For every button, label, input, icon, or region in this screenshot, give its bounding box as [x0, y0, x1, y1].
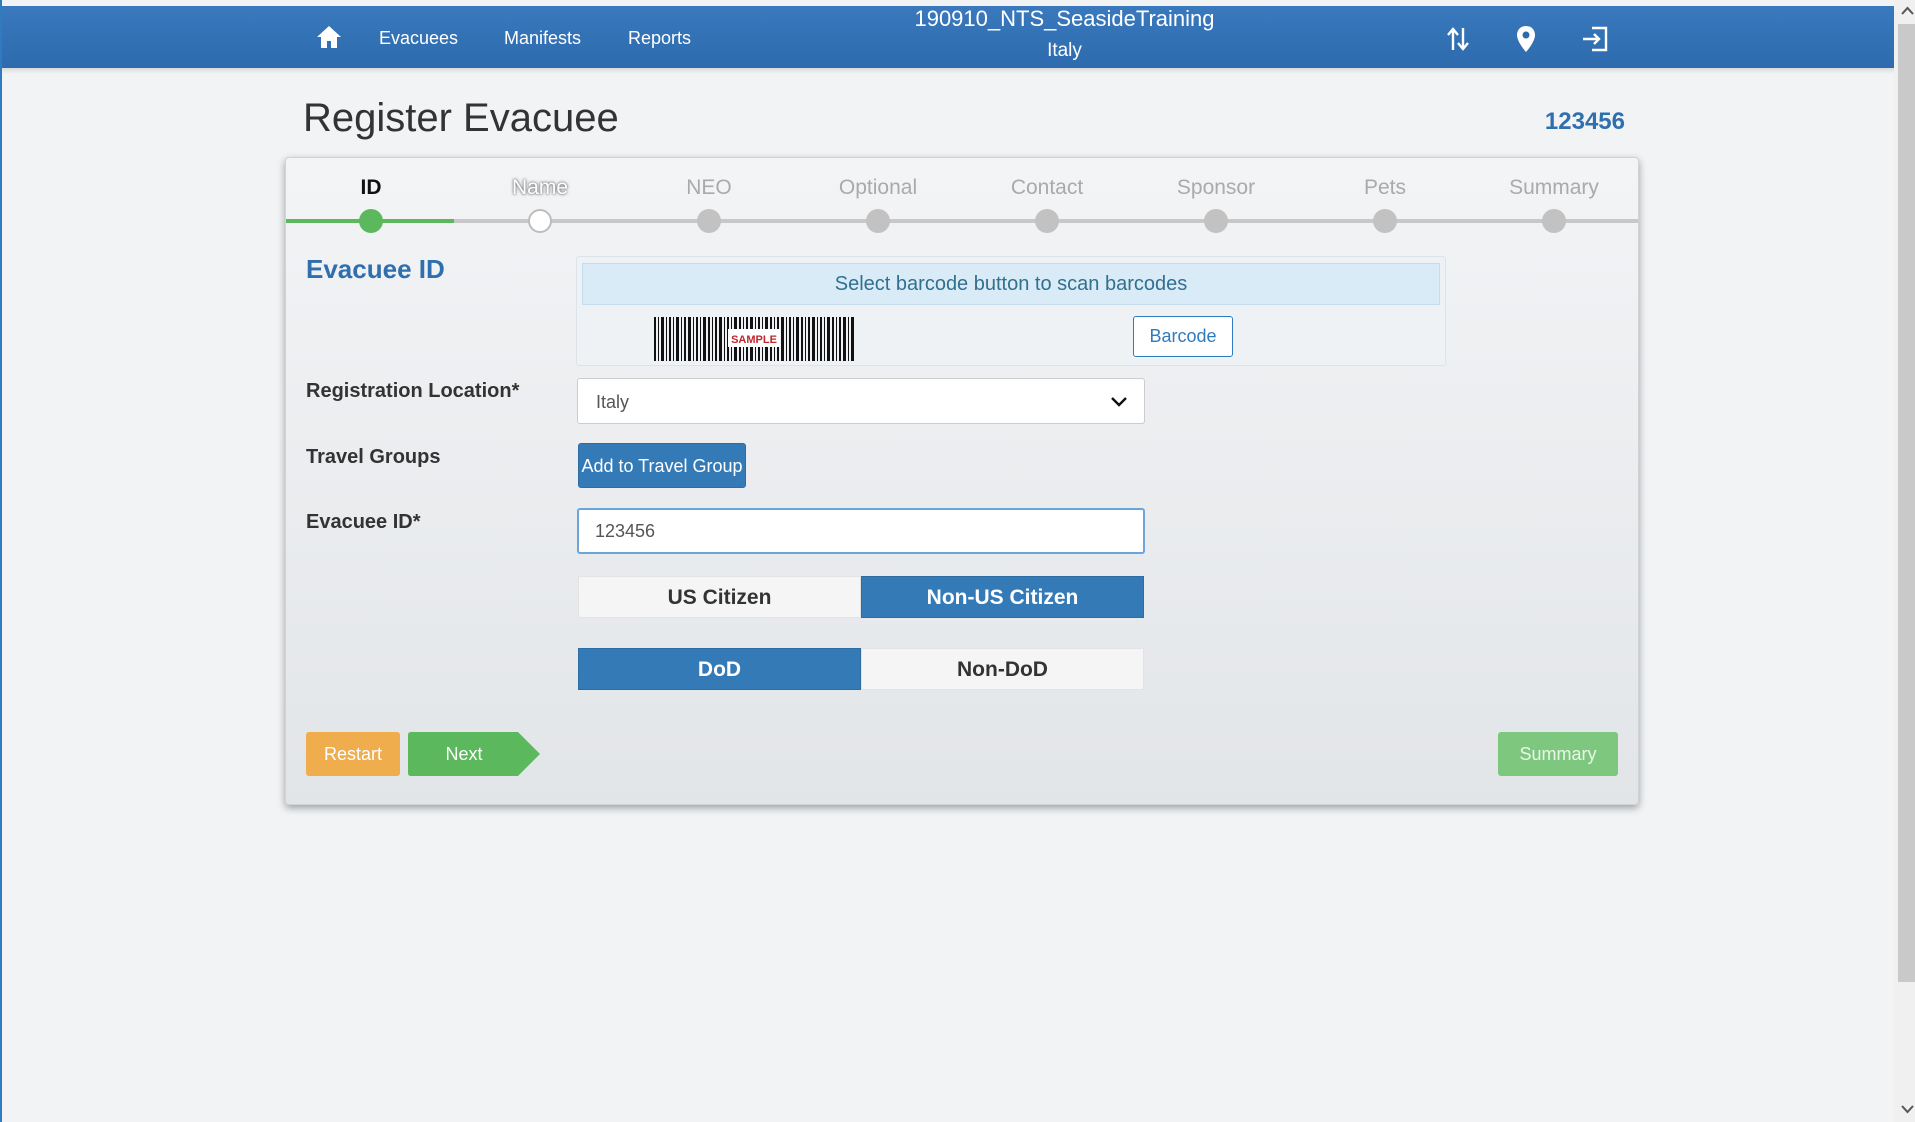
step-name-dot[interactable] — [528, 209, 552, 233]
progress-track — [286, 219, 1638, 223]
evacuee-id-display: 123456 — [1544, 108, 1625, 135]
section-title: Evacuee ID — [306, 254, 445, 284]
navbar-shadow — [2, 68, 1894, 74]
page-scrollbar[interactable] — [1894, 0, 1915, 1122]
non-dod-toggle[interactable]: Non-DoD — [861, 648, 1144, 690]
barcode-panel: Select barcode button to scan barcodes S… — [576, 256, 1446, 366]
step-sponsor-dot[interactable] — [1204, 209, 1228, 233]
event-title: 190910_NTS_SeasideTraining — [914, 6, 1215, 31]
dod-toggle[interactable]: DoD — [578, 648, 861, 690]
step-name-label[interactable]: Name — [455, 176, 625, 200]
logout-icon[interactable] — [1580, 24, 1610, 54]
page-title: Register Evacuee — [303, 96, 619, 140]
home-icon[interactable] — [315, 24, 343, 50]
step-contact-label[interactable]: Contact — [962, 176, 1132, 200]
non-us-citizen-toggle[interactable]: Non-US Citizen — [861, 576, 1144, 618]
registration-wizard-card: ID Name NEO Optional Contact Sponsor Pet… — [285, 157, 1639, 805]
top-navbar: Evacuees Manifests Reports 190910_NTS_Se… — [2, 6, 1894, 68]
nav-reports-link[interactable]: Reports — [628, 28, 691, 49]
restart-button[interactable]: Restart — [306, 732, 400, 776]
registration-location-label: Registration Location* — [306, 380, 520, 402]
step-summary-label[interactable]: Summary — [1469, 176, 1639, 200]
location-pin-icon[interactable] — [1511, 24, 1541, 54]
barcode-button[interactable]: Barcode — [1133, 316, 1233, 357]
registration-location-select[interactable]: Italy — [577, 378, 1145, 424]
chevron-down-icon — [1111, 397, 1127, 407]
step-id-dot[interactable] — [359, 209, 383, 233]
evacuee-id-label: Evacuee ID* — [306, 511, 421, 533]
sample-barcode-image: SAMPLE — [654, 317, 854, 361]
step-neo-label[interactable]: NEO — [624, 176, 794, 200]
step-pets-dot[interactable] — [1373, 209, 1397, 233]
step-neo-dot[interactable] — [697, 209, 721, 233]
sync-arrows-icon[interactable] — [1443, 24, 1473, 54]
travel-groups-label: Travel Groups — [306, 446, 441, 468]
next-button-label: Next — [445, 744, 483, 764]
step-summary-dot[interactable] — [1542, 209, 1566, 233]
scroll-thumb[interactable] — [1898, 24, 1915, 982]
step-pets-label[interactable]: Pets — [1300, 176, 1470, 200]
barcode-sample-text: SAMPLE — [731, 334, 777, 346]
barcode-hint: Select barcode button to scan barcodes — [582, 263, 1440, 305]
us-citizen-toggle[interactable]: US Citizen — [578, 576, 861, 618]
evacuee-id-input[interactable] — [577, 508, 1145, 554]
step-id-label[interactable]: ID — [286, 176, 456, 200]
add-to-travel-group-button[interactable]: Add to Travel Group — [578, 443, 746, 488]
step-contact-dot[interactable] — [1035, 209, 1059, 233]
scroll-down-arrow-icon[interactable] — [1898, 1100, 1915, 1118]
summary-button[interactable]: Summary — [1498, 732, 1618, 776]
step-sponsor-label[interactable]: Sponsor — [1131, 176, 1301, 200]
step-optional-dot[interactable] — [866, 209, 890, 233]
event-location: Italy — [1047, 40, 1082, 61]
step-optional-label[interactable]: Optional — [793, 176, 963, 200]
nav-evacuees-link[interactable]: Evacuees — [379, 28, 458, 49]
registration-location-value: Italy — [596, 392, 630, 412]
scroll-up-arrow-icon[interactable] — [1898, 2, 1915, 20]
nav-manifests-link[interactable]: Manifests — [504, 28, 581, 49]
next-button[interactable]: Next — [408, 732, 540, 776]
